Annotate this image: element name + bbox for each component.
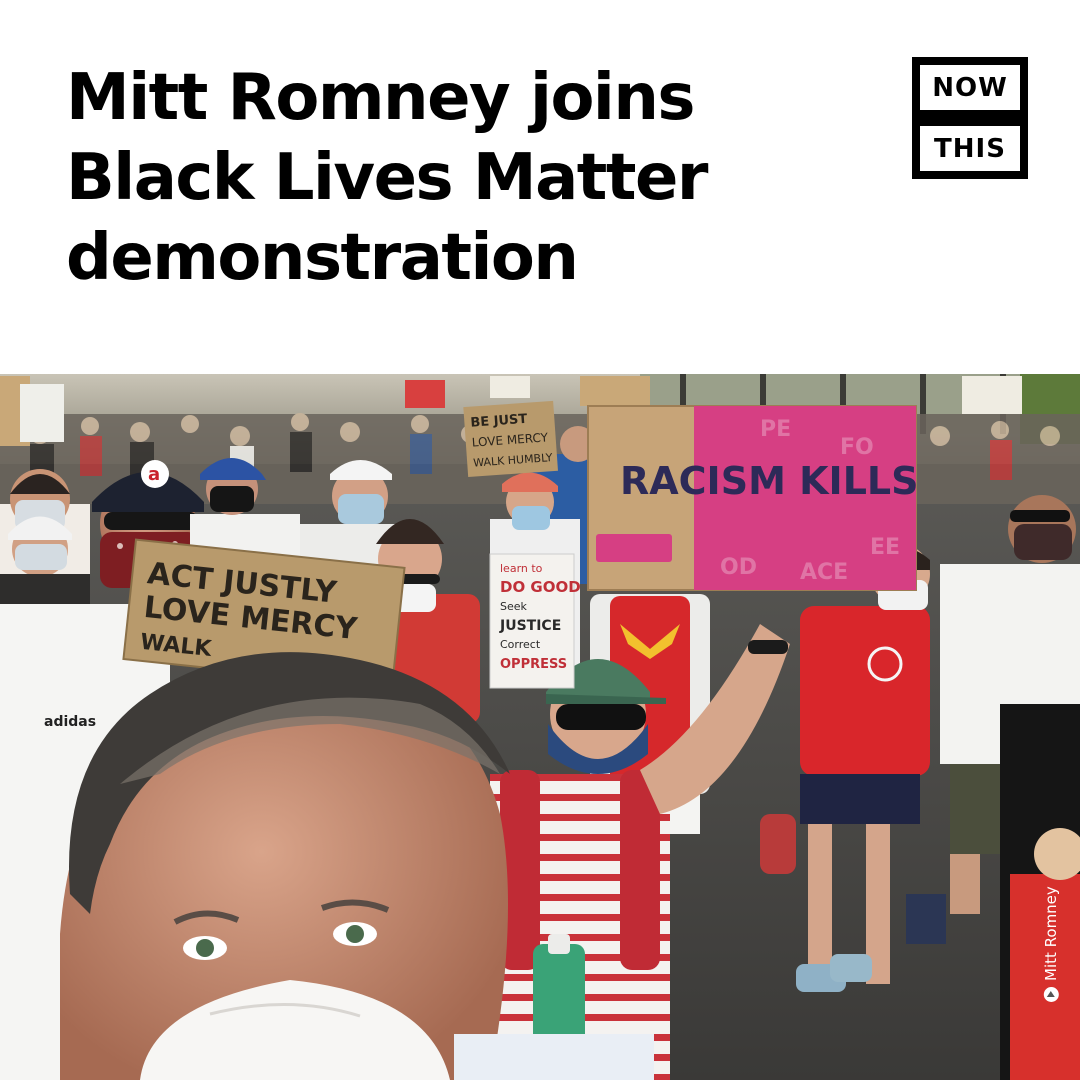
sign-learn-line3: Seek bbox=[500, 600, 528, 613]
logo-now: NOW bbox=[912, 57, 1028, 118]
photo-illustration: a adidas ACT JUSTLY LOVE MERCY WALK BE J… bbox=[0, 374, 1080, 1080]
svg-text:adidas: adidas bbox=[44, 714, 96, 730]
photo-credit: Mitt Romney bbox=[1042, 886, 1060, 1002]
svg-text:OD: OD bbox=[720, 555, 757, 580]
svg-text:FO: FO bbox=[840, 435, 874, 460]
sign-learn-line2: DO GOOD bbox=[500, 578, 581, 596]
sign-learn-line5: Correct bbox=[500, 638, 541, 651]
photo-credit-text: Mitt Romney bbox=[1042, 886, 1060, 981]
sign-learn-line1: learn to bbox=[500, 562, 543, 575]
svg-text:ACE: ACE bbox=[800, 560, 848, 585]
headline-line-3: demonstration bbox=[66, 221, 579, 295]
sign-learn-line4: JUSTICE bbox=[499, 618, 561, 634]
headline-line-2: Black Lives Matter bbox=[66, 141, 708, 215]
svg-text:a: a bbox=[148, 464, 160, 485]
headline: Mitt Romney joins Black Lives Matter dem… bbox=[66, 58, 886, 298]
post-card: Mitt Romney joins Black Lives Matter dem… bbox=[0, 0, 1080, 1080]
sign-learn-line6: OPPRESS bbox=[500, 657, 567, 672]
sign-racism-kills: RACISM KILLS bbox=[620, 459, 919, 503]
protest-photo: a adidas ACT JUSTLY LOVE MERCY WALK BE J… bbox=[0, 374, 1080, 1080]
logo-this: THIS bbox=[912, 118, 1028, 179]
svg-text:EE: EE bbox=[870, 535, 900, 560]
headline-line-1: Mitt Romney joins bbox=[66, 61, 696, 135]
svg-text:PE: PE bbox=[760, 417, 791, 442]
nowthis-logo: NOW THIS bbox=[912, 57, 1028, 179]
play-circle-icon bbox=[1043, 987, 1059, 1002]
